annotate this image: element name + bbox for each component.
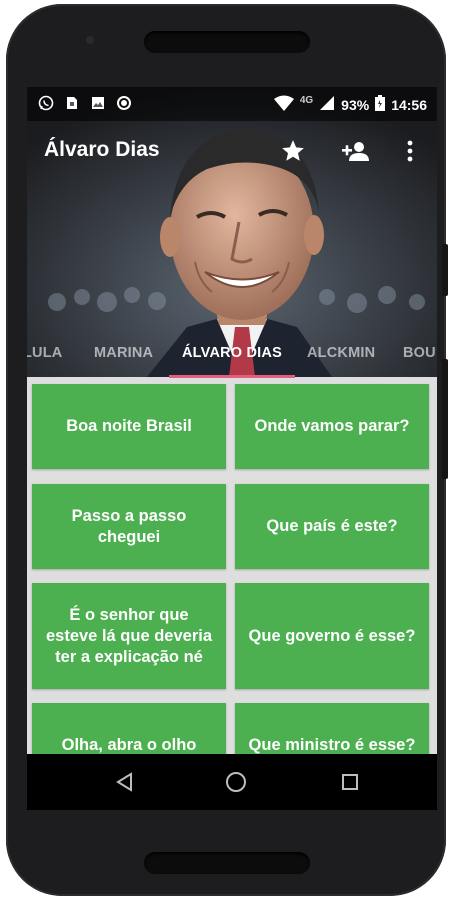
bottom-speaker [144,852,310,874]
tab-alckmin[interactable]: ALCKMIN [307,345,375,361]
sound-button[interactable]: Olha, abra o olho [32,703,226,754]
status-bar: 4G 93% 14:56 [27,87,437,121]
sound-button[interactable]: Onde vamos parar? [235,384,429,469]
screen: 4G 93% 14:56 Álvaro Dias LULA MARINA ÁLV… [27,87,437,810]
sim-card-icon [63,94,81,112]
recents-button[interactable] [336,768,364,796]
circle-icon [115,94,133,112]
favorite-button[interactable] [277,135,309,167]
candidate-tabs: LULA MARINA ÁLVARO DIAS ALCKMIN BOU [27,332,437,377]
signal-icon [319,95,335,114]
back-triangle-icon [116,772,132,792]
recents-square-icon [342,774,358,790]
page-title: Álvaro Dias [44,138,160,161]
app-toolbar: Álvaro Dias [27,121,437,177]
add-person-button[interactable] [340,135,372,167]
back-button[interactable] [111,768,139,796]
more-options-button[interactable] [394,135,426,167]
clock: 14:56 [391,96,427,113]
home-button[interactable] [222,768,250,796]
sound-button[interactable]: Boa noite Brasil [32,384,226,469]
tab-indicator [169,375,295,378]
sound-grid: Boa noite Brasil Onde vamos parar? Passo… [27,379,437,754]
front-camera [86,36,94,44]
tab-lula[interactable]: LULA [27,345,62,361]
sound-button[interactable]: Que governo é esse? [235,583,429,689]
wifi-icon [273,95,294,114]
whatsapp-icon [37,94,55,112]
power-button [442,244,448,296]
sound-button[interactable]: Passo a passo cheguei [32,484,226,569]
battery-icon [375,95,386,114]
phone-frame: 4G 93% 14:56 Álvaro Dias LULA MARINA ÁLV… [6,4,448,896]
volume-button [442,359,448,479]
add-person-icon [342,142,369,161]
system-nav-bar [27,754,437,810]
more-vert-icon [407,140,413,162]
home-circle-icon [226,772,246,792]
tab-marina[interactable]: MARINA [94,345,153,361]
star-icon [282,140,304,161]
battery-percent: 93% [341,96,370,113]
tab-alvaro-dias[interactable]: ÁLVARO DIAS [182,345,282,361]
sound-button[interactable]: É o senhor que esteve lá que deveria ter… [32,583,226,689]
sound-button[interactable]: Que ministro é esse? [235,703,429,754]
top-speaker [144,31,310,53]
image-icon [89,94,107,112]
sound-button[interactable]: Que país é este? [235,484,429,569]
network-type: 4G [299,95,314,106]
tab-bou[interactable]: BOU [403,345,436,361]
